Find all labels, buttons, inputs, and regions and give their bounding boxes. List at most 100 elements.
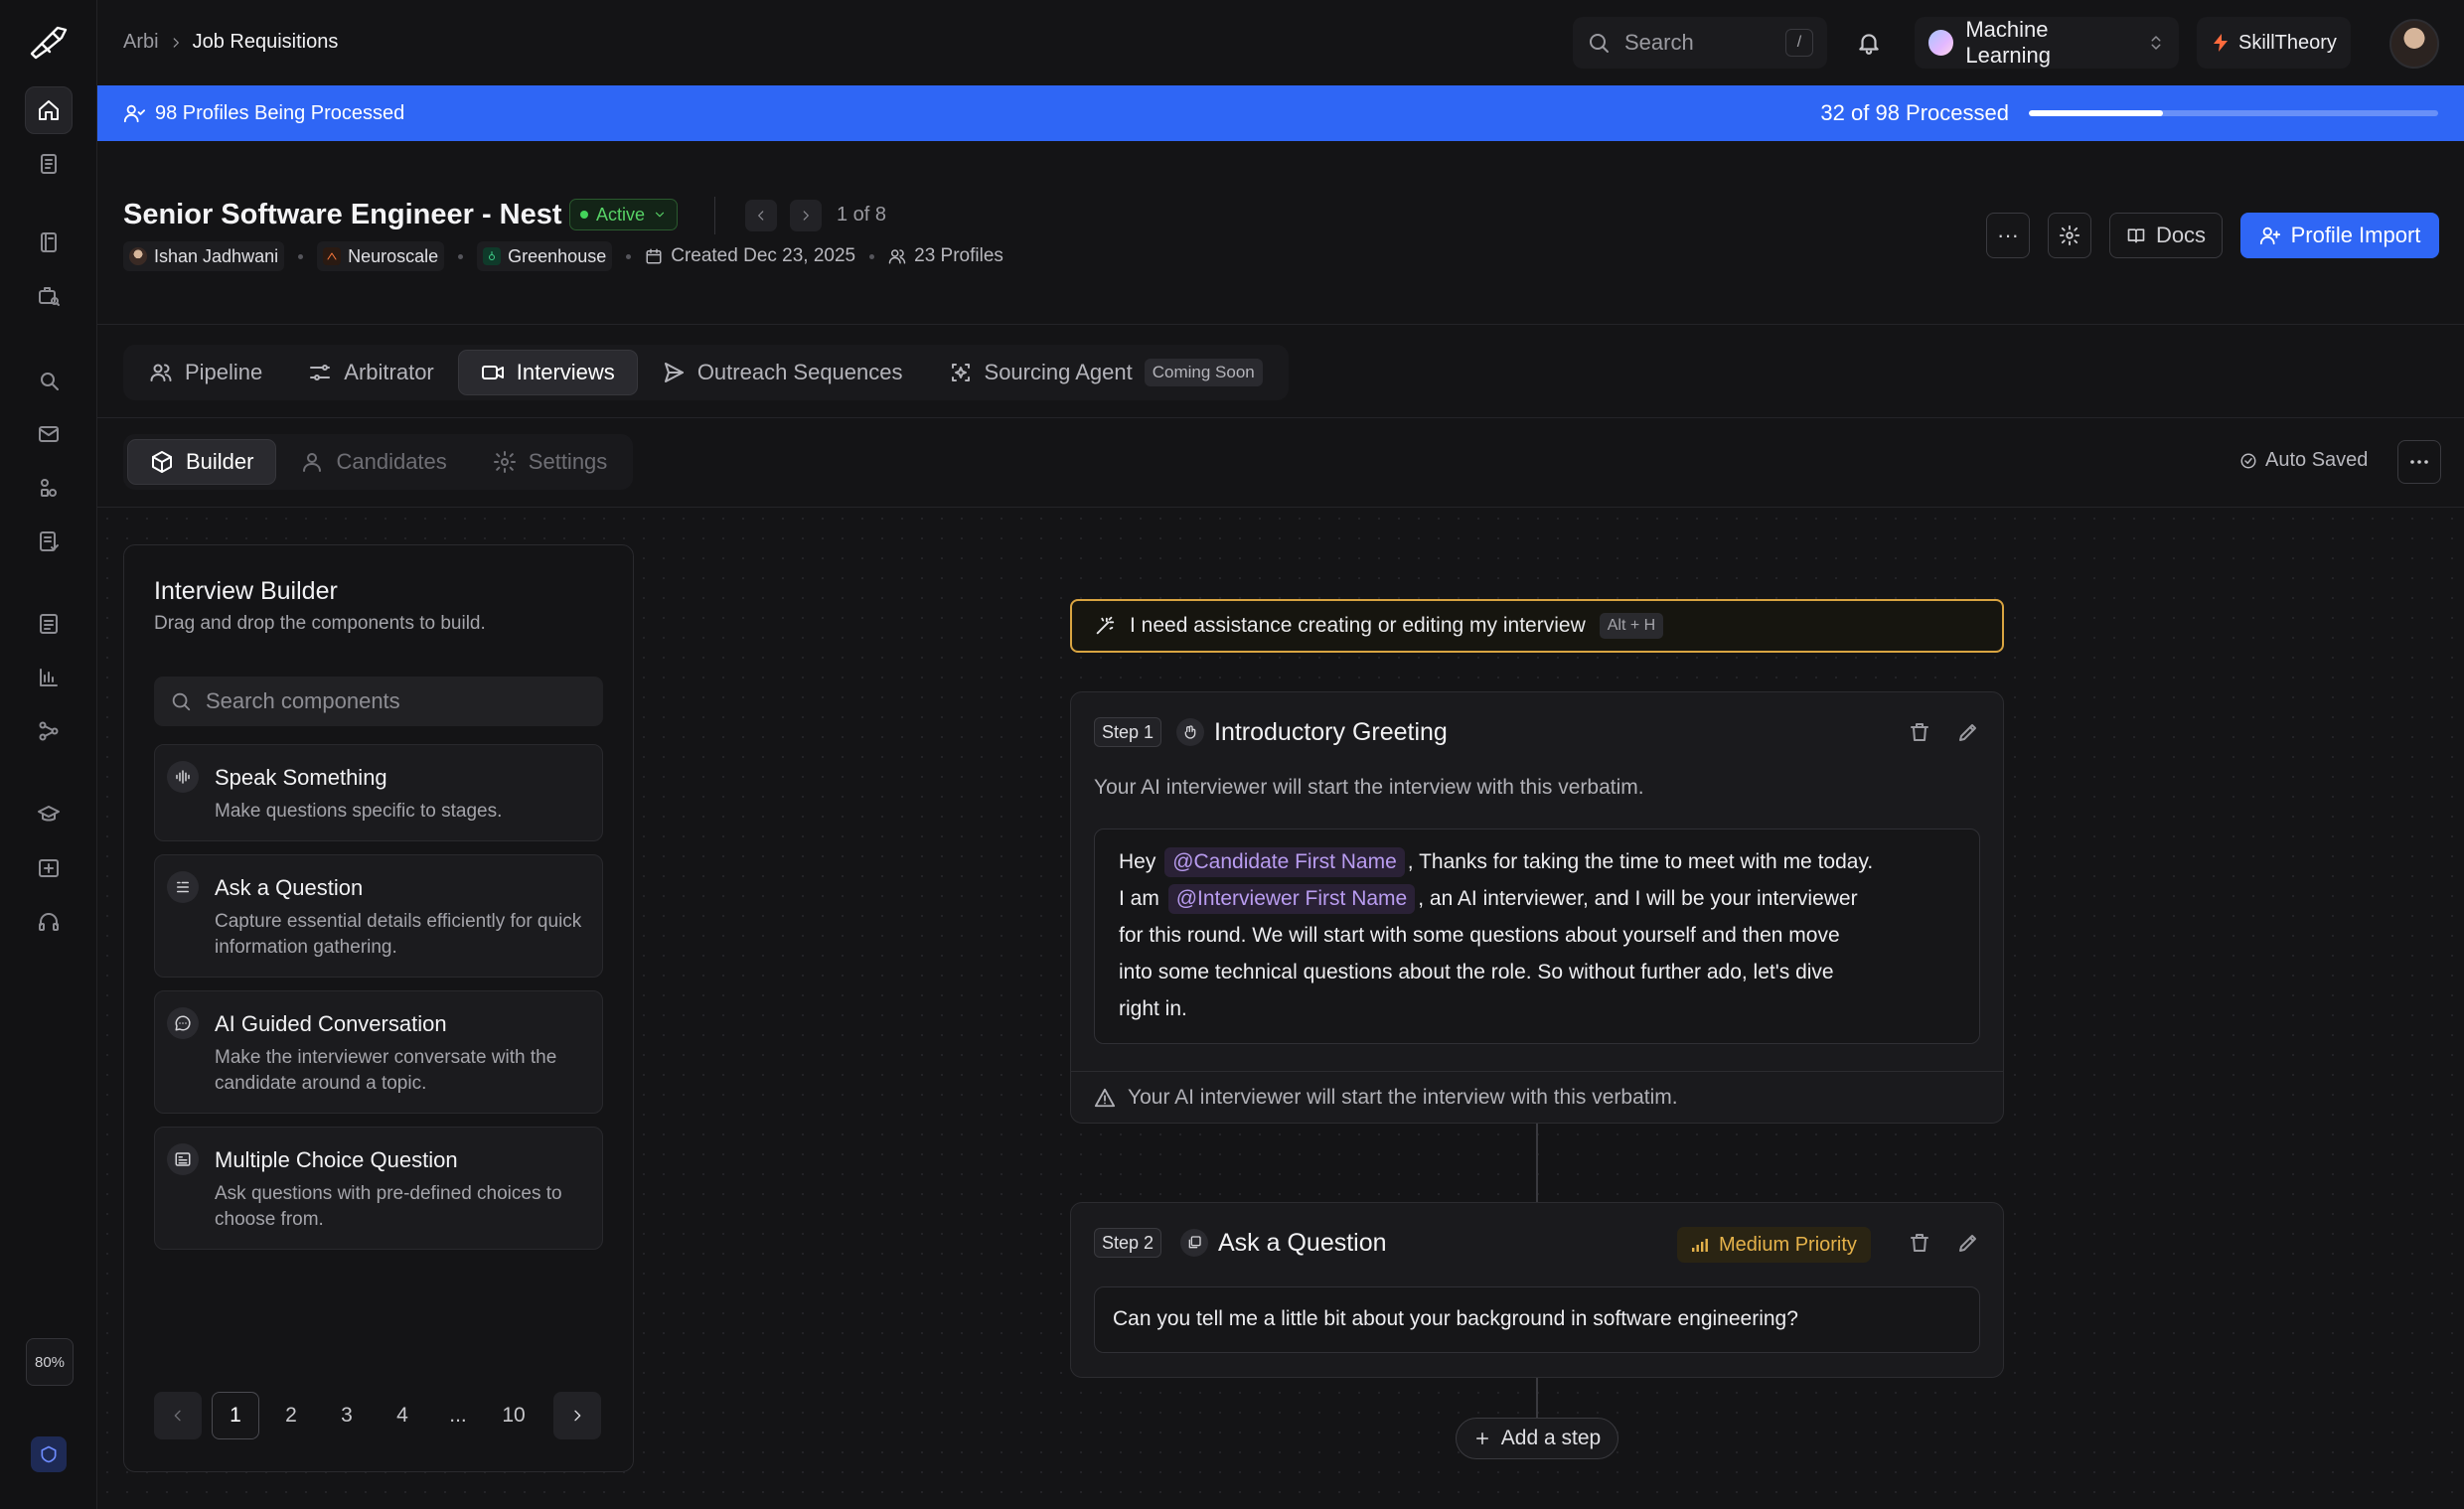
breadcrumb-root[interactable]: Arbi xyxy=(123,31,159,54)
bar-chart-icon[interactable] xyxy=(25,654,73,701)
search-person-icon[interactable] xyxy=(25,357,73,404)
greenhouse-logo-icon xyxy=(483,247,502,265)
audio-wave-icon xyxy=(167,761,199,793)
builder-more-button[interactable] xyxy=(2397,440,2441,484)
banner-progress-text: 32 of 98 Processed xyxy=(1820,100,2009,125)
greeting-message-box[interactable]: Hey @Candidate First Name, Thanks for ta… xyxy=(1094,829,1980,1044)
form-icon[interactable] xyxy=(25,600,73,648)
pagination-page[interactable]: 2 xyxy=(267,1392,315,1439)
grid-plus-icon[interactable] xyxy=(25,844,73,892)
tab-sourcing-agent[interactable]: Sourcing Agent Coming Soon xyxy=(927,350,1285,395)
component-search-input[interactable]: Search components xyxy=(154,677,603,726)
mail-icon[interactable] xyxy=(25,410,73,458)
pencil-icon[interactable] xyxy=(1956,720,1980,744)
settings-gear-icon[interactable] xyxy=(2048,213,2091,258)
builder-subtitle: Drag and drop the components to build. xyxy=(154,613,486,634)
owner-chip[interactable]: Ishan Jadhwani xyxy=(123,241,285,271)
tab-label: Interviews xyxy=(516,360,615,384)
chevron-right-icon xyxy=(169,36,183,50)
book-icon xyxy=(2126,226,2146,245)
docs-button[interactable]: Docs xyxy=(2109,213,2223,258)
checklist-icon[interactable] xyxy=(25,518,73,565)
org-name: SkillTheory xyxy=(2238,31,2337,54)
tab-interviews[interactable]: Interviews xyxy=(457,350,638,395)
org-selector[interactable]: SkillTheory xyxy=(2197,17,2351,69)
left-rail: 80% xyxy=(0,0,97,1509)
component-title: Multiple Choice Question xyxy=(215,1147,458,1172)
brand-badge-icon[interactable] xyxy=(31,1436,67,1472)
component-multiple-choice-question[interactable]: Multiple Choice Question Ask questions w… xyxy=(154,1127,603,1250)
component-desc: Capture essential details efficiently fo… xyxy=(215,911,582,958)
zoom-level[interactable]: 80% xyxy=(26,1338,74,1386)
pencil-icon[interactable] xyxy=(1956,1231,1980,1255)
add-step-button[interactable]: Add a step xyxy=(1456,1418,1618,1459)
user-avatar[interactable] xyxy=(2389,19,2439,69)
step-card[interactable]: Step 2 Ask a Question Medium Priority Ca… xyxy=(1070,1202,2004,1378)
subtab-builder[interactable]: Builder xyxy=(127,439,277,485)
question-box[interactable]: Can you tell me a little bit about your … xyxy=(1094,1286,1980,1353)
graduation-cap-icon[interactable] xyxy=(25,791,73,838)
autosave-label: Auto Saved xyxy=(2265,449,2369,471)
component-title: AI Guided Conversation xyxy=(215,1011,447,1036)
next-job-button[interactable] xyxy=(790,200,822,231)
component-ai-guided-conversation[interactable]: AI Guided Conversation Make the intervie… xyxy=(154,990,603,1114)
pagination-page[interactable]: 4 xyxy=(379,1392,426,1439)
home-icon[interactable] xyxy=(25,86,73,134)
subtab-candidates[interactable]: Candidates xyxy=(278,439,468,485)
pagination-next-button[interactable] xyxy=(553,1392,601,1439)
message-text: Hey xyxy=(1119,850,1156,873)
app-logo-icon[interactable] xyxy=(28,24,70,62)
pagination-page[interactable]: 3 xyxy=(323,1392,371,1439)
more-options-button[interactable]: ··· xyxy=(1986,213,2030,258)
notebook-icon[interactable] xyxy=(25,219,73,266)
components-icon[interactable] xyxy=(25,464,73,512)
trash-icon[interactable] xyxy=(1908,720,1931,744)
warning-triangle-icon xyxy=(1094,1087,1116,1109)
step-connector xyxy=(1536,1124,1538,1202)
pagination-page[interactable]: 10 xyxy=(490,1392,538,1439)
search-input[interactable]: Search / xyxy=(1573,17,1827,69)
briefcase-search-icon[interactable] xyxy=(25,272,73,320)
ats-chip[interactable]: Greenhouse xyxy=(477,241,613,271)
status-badge[interactable]: Active xyxy=(569,199,679,230)
autosave-status: Auto Saved xyxy=(2239,449,2368,472)
top-bar: Arbi Job Requisitions Search / Machine L… xyxy=(97,0,2464,85)
step-connector xyxy=(1536,1378,1538,1418)
page-title: Senior Software Engineer - Nest xyxy=(123,199,562,230)
priority-badge[interactable]: Medium Priority xyxy=(1677,1227,1871,1263)
workspace-avatar xyxy=(1928,30,1954,56)
pagination-page[interactable]: 1 xyxy=(212,1392,259,1439)
cube-icon xyxy=(150,450,174,474)
prev-job-button[interactable] xyxy=(745,200,777,231)
workflow-icon[interactable] xyxy=(25,707,73,755)
pagination-prev-button[interactable] xyxy=(154,1392,202,1439)
notification-bell-icon[interactable] xyxy=(1843,17,1895,69)
subtab-settings[interactable]: Settings xyxy=(471,439,630,485)
tab-pipeline[interactable]: Pipeline xyxy=(127,350,284,395)
headset-icon[interactable] xyxy=(25,898,73,946)
component-speak-something[interactable]: Speak Something Make questions specific … xyxy=(154,744,603,841)
mention-tag[interactable]: @Interviewer First Name xyxy=(1167,884,1416,914)
subtab-label: Candidates xyxy=(336,449,447,474)
add-step-label: Add a step xyxy=(1500,1427,1602,1449)
company-chip[interactable]: Neuroscale xyxy=(317,241,445,271)
step-tag: Step 1 xyxy=(1094,717,1162,747)
tab-outreach-sequences[interactable]: Outreach Sequences xyxy=(640,350,925,395)
tab-arbitrator[interactable]: Arbitrator xyxy=(286,350,455,395)
job-meta: Ishan Jadhwani Neuroscale Greenhouse Cre… xyxy=(123,241,1003,271)
check-circle-icon xyxy=(2239,452,2257,470)
main-tabs: Pipeline Arbitrator Interviews Outreach … xyxy=(123,345,1289,400)
calendar-icon xyxy=(645,247,663,265)
step-card[interactable]: Step 1 Introductory Greeting Your AI int… xyxy=(1070,691,2004,1124)
sparkle-icon xyxy=(949,361,973,384)
profile-import-button[interactable]: Profile Import xyxy=(2240,213,2439,258)
ai-assist-input[interactable]: I need assistance creating or editing my… xyxy=(1070,599,2004,653)
mention-tag[interactable]: @Candidate First Name xyxy=(1164,847,1405,877)
footer-note-text: Your AI interviewer will start the inter… xyxy=(1128,1085,1678,1109)
docs-label: Docs xyxy=(2155,223,2207,247)
workspace-selector[interactable]: Machine Learning xyxy=(1915,17,2179,69)
trash-icon[interactable] xyxy=(1908,1231,1931,1255)
component-search-placeholder: Search components xyxy=(206,688,400,713)
requisitions-icon[interactable] xyxy=(25,140,73,188)
component-ask-a-question[interactable]: Ask a Question Capture essential details… xyxy=(154,854,603,978)
